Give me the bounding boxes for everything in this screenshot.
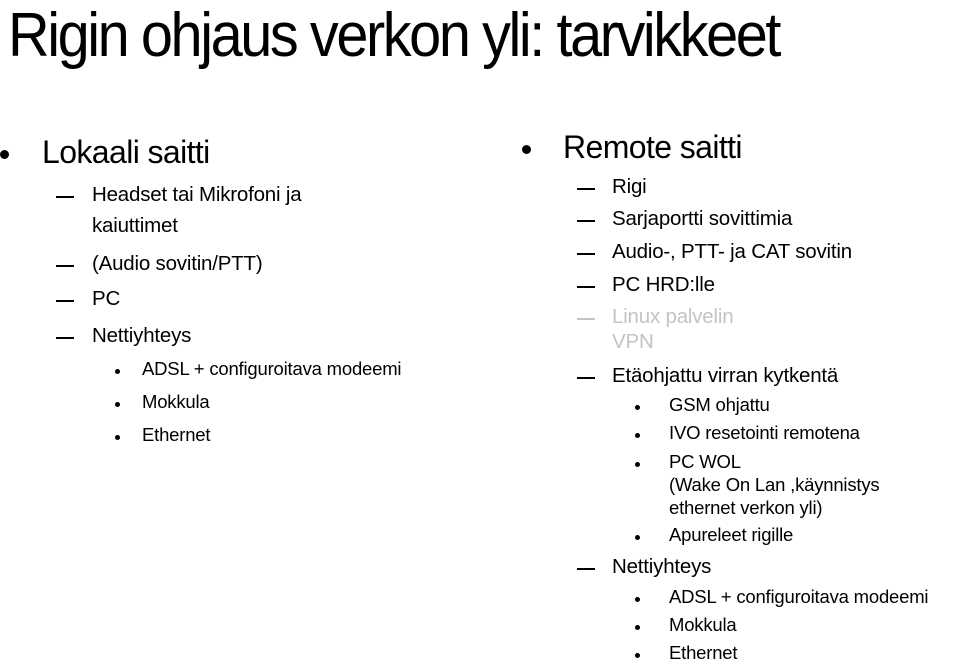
list-subitem: Ethernet xyxy=(142,424,211,445)
list-subitem-continuation: (Wake On Lan ,käynnistys xyxy=(669,474,880,495)
bullet-icon xyxy=(115,369,120,374)
bullet-icon xyxy=(115,435,120,440)
bullet-icon xyxy=(635,625,640,630)
dash-icon xyxy=(577,568,595,570)
list-item: Rigi xyxy=(612,175,647,198)
left-heading: Lokaali saitti xyxy=(42,134,210,170)
bullet-icon xyxy=(635,405,640,410)
list-subitem: ADSL + configuroitava modeemi xyxy=(669,586,929,607)
dash-icon xyxy=(56,300,74,302)
bullet-icon xyxy=(635,462,640,467)
slide-title: Rigin ohjaus verkon yli: tarvikkeet xyxy=(8,1,781,70)
list-subitem: Ethernet xyxy=(669,642,738,663)
list-item: Audio-, PTT- ja CAT sovitin xyxy=(612,240,852,263)
dash-icon xyxy=(577,253,595,255)
bullet-icon xyxy=(0,150,9,159)
list-subitem-continuation: ethernet verkon yli) xyxy=(669,497,823,518)
list-subitem: ADSL + configuroitava modeemi xyxy=(142,358,402,379)
list-item: PC xyxy=(92,287,121,310)
dash-icon xyxy=(56,196,74,198)
bullet-icon xyxy=(635,597,640,602)
list-item: Sarjaportti sovittimia xyxy=(612,207,793,230)
list-item: Nettiyhteys xyxy=(92,324,192,347)
dash-icon xyxy=(577,188,595,190)
list-subitem: Mokkula xyxy=(669,614,737,635)
list-subitem: Mokkula xyxy=(142,391,210,412)
list-item-continuation: VPN xyxy=(612,330,654,353)
list-item: (Audio sovitin/PTT) xyxy=(92,252,263,275)
list-item: Etäohjattu virran kytkentä xyxy=(612,364,839,387)
list-item-muted: Linux palvelin xyxy=(612,305,734,328)
dash-icon xyxy=(577,377,595,379)
dash-icon xyxy=(56,337,74,339)
bullet-icon xyxy=(635,535,640,540)
list-subitem: Apureleet rigille xyxy=(669,524,794,545)
list-item: Headset tai Mikrofoni ja xyxy=(92,183,302,206)
dash-icon xyxy=(577,318,595,320)
right-heading: Remote saitti xyxy=(563,129,743,165)
bullet-icon xyxy=(635,433,640,438)
list-subitem: PC WOL xyxy=(669,451,741,472)
dash-icon xyxy=(577,286,595,288)
dash-icon xyxy=(56,265,74,267)
list-item: PC HRD:lle xyxy=(612,273,715,296)
list-subitem: GSM ohjattu xyxy=(669,394,770,415)
list-subitem: IVO resetointi remotena xyxy=(669,422,860,443)
bullet-icon xyxy=(522,145,531,154)
dash-icon xyxy=(577,220,595,222)
bullet-icon xyxy=(635,653,640,658)
list-item-continuation: kaiuttimet xyxy=(92,214,178,237)
list-item: Nettiyhteys xyxy=(612,555,712,578)
bullet-icon xyxy=(115,402,120,407)
